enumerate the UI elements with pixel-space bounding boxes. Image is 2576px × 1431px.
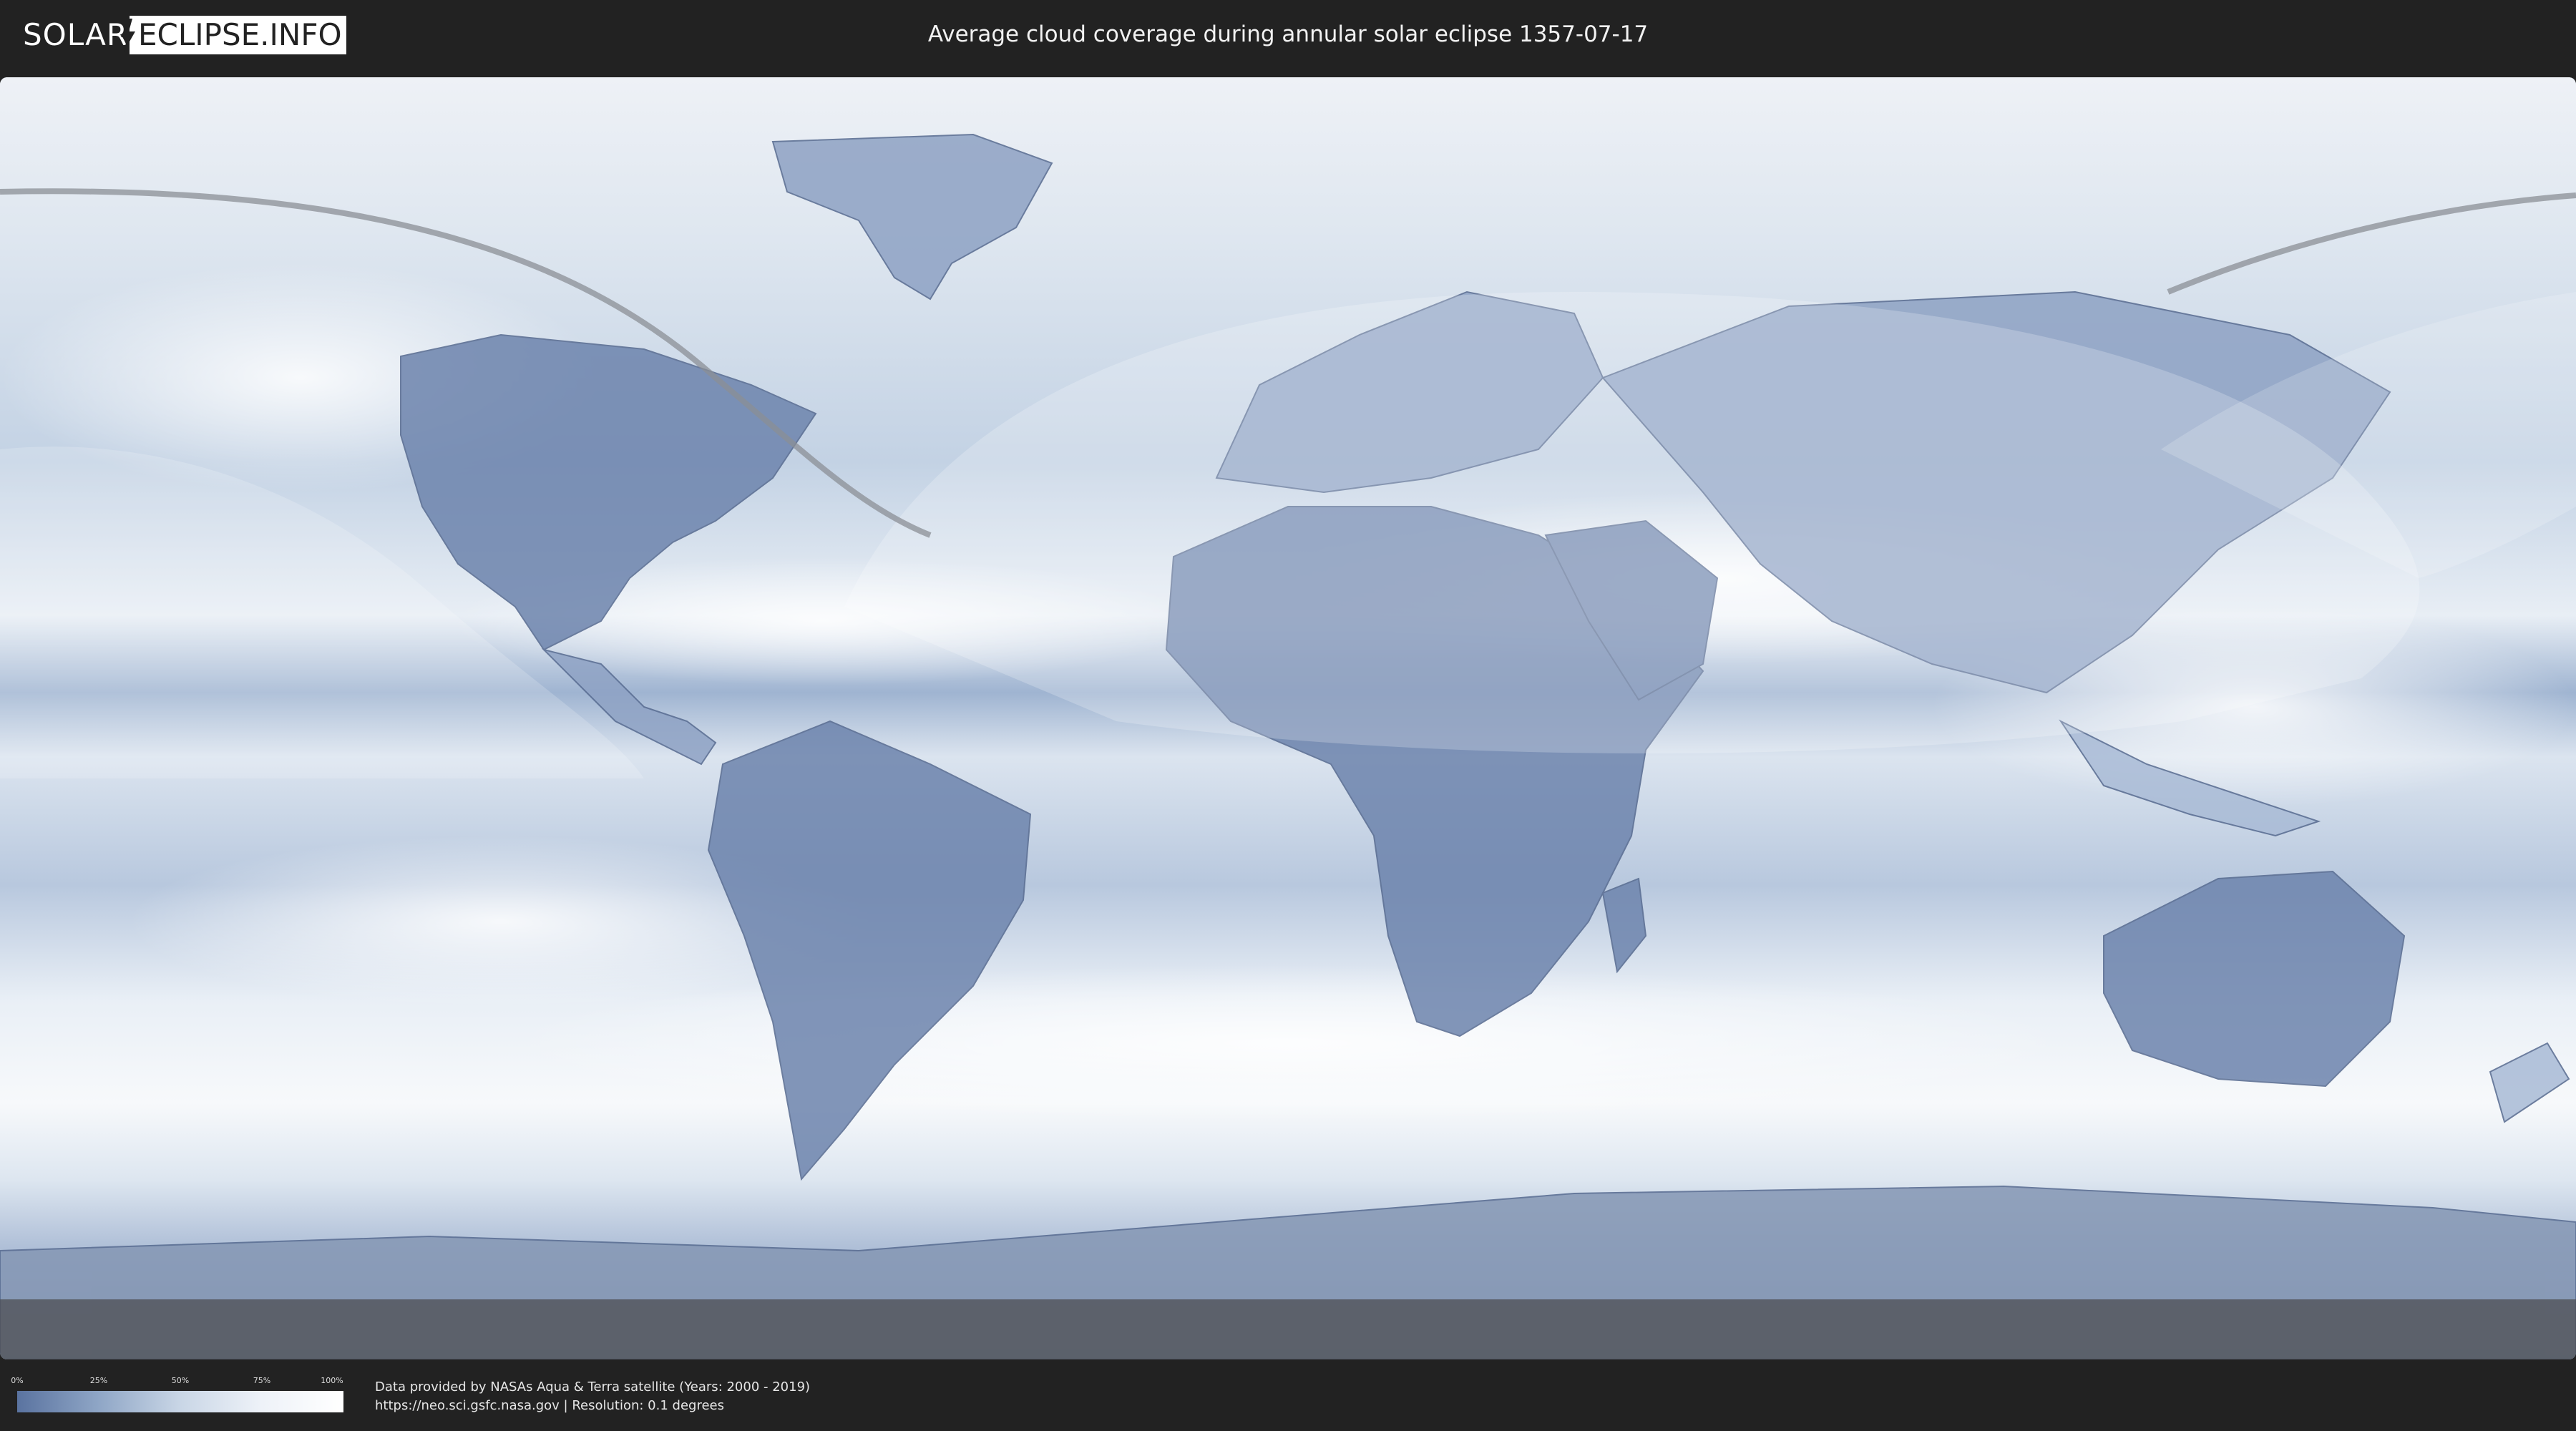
- legend-tick-0: 0%: [11, 1376, 24, 1385]
- data-credit: Data provided by NASAs Aqua & Terra sate…: [375, 1378, 810, 1415]
- legend-color-bar: [17, 1391, 343, 1412]
- legend-tick-labels: 0% 25% 50% 75% 100%: [11, 1376, 343, 1387]
- cloud-coverage-map: [0, 77, 2576, 1359]
- page-title: Average cloud coverage during annular so…: [927, 21, 1649, 47]
- no-data-band: [0, 1299, 2576, 1359]
- legend-tick-50: 50%: [171, 1376, 190, 1385]
- credit-line-source: Data provided by NASAs Aqua & Terra sate…: [375, 1379, 811, 1395]
- legend-tick-25: 25%: [89, 1376, 108, 1385]
- credit-line-url: https://neo.sci.gsfc.nasa.gov | Resoluti…: [375, 1398, 724, 1413]
- legend-tick-100: 100%: [321, 1376, 343, 1385]
- header-bar: SOLAR ECLIPSE.INFO Average cloud coverag…: [0, 0, 2576, 72]
- world-map: [0, 77, 2576, 1359]
- legend-tick-75: 75%: [253, 1376, 271, 1385]
